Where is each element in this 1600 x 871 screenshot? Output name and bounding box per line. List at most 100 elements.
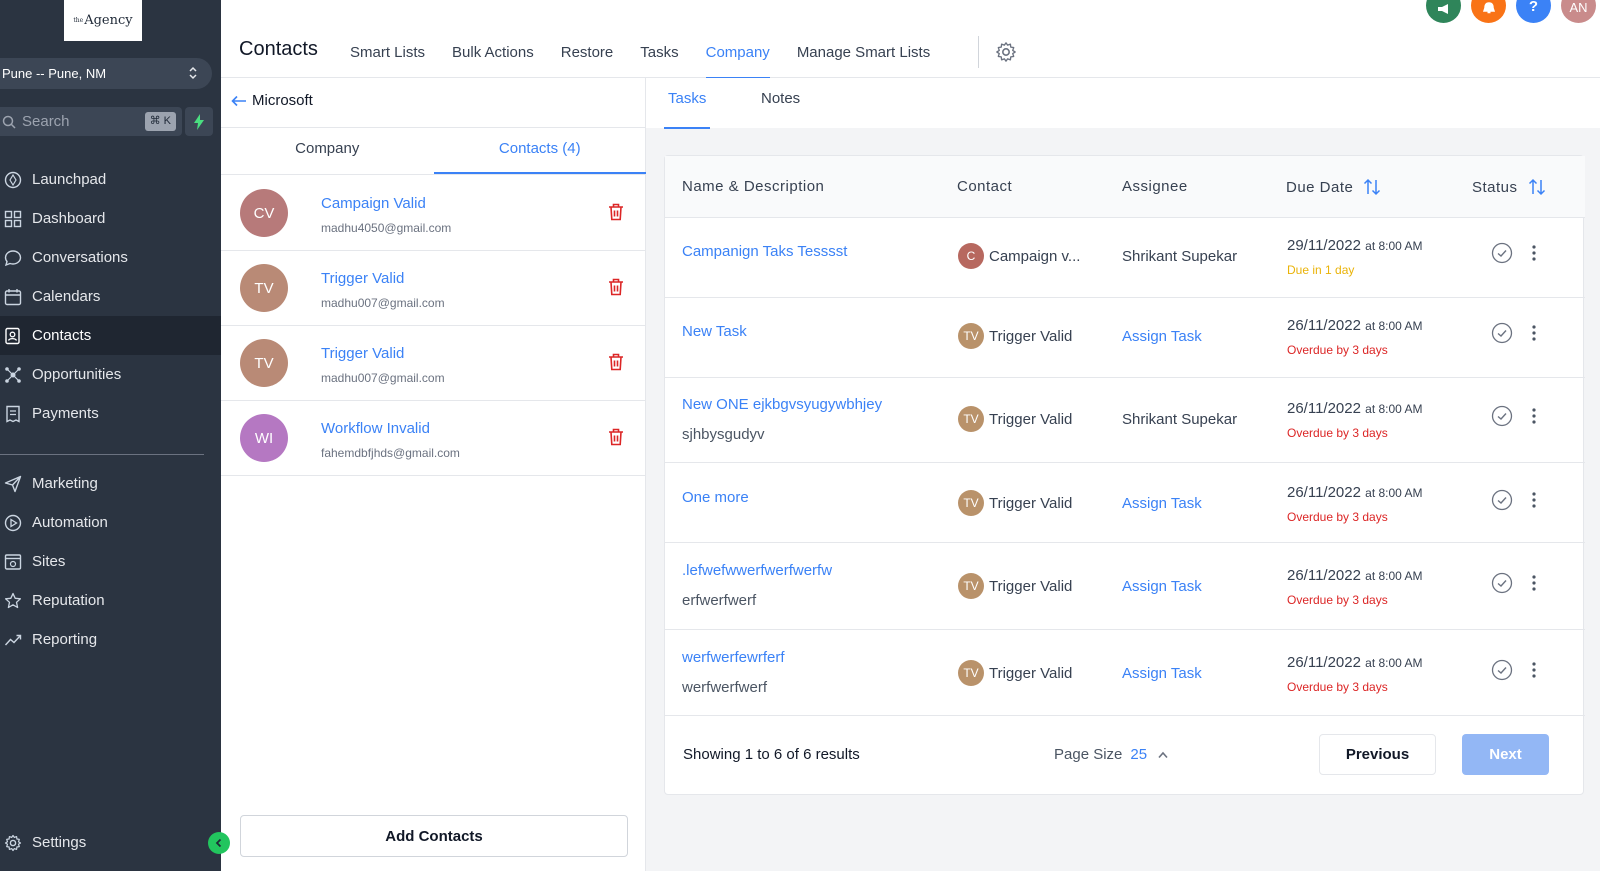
sidebar-item-payments[interactable]: Payments xyxy=(0,394,221,433)
more-vertical-icon[interactable] xyxy=(1531,491,1537,509)
assign-task-link[interactable]: Assign Task xyxy=(1122,495,1202,512)
task-description: erfwerfwerf xyxy=(682,592,757,609)
sidebar-item-reporting[interactable]: Reporting xyxy=(0,620,221,659)
sidebar-item-contacts[interactable]: Contacts xyxy=(0,316,221,355)
trash-icon[interactable] xyxy=(608,203,624,221)
contact-email: madhu007@gmail.com xyxy=(321,371,445,385)
due-status-text: Overdue by 3 days xyxy=(1287,593,1388,607)
tab-manage-smart-lists[interactable]: Manage Smart Lists xyxy=(797,31,930,78)
tab-notes[interactable]: Notes xyxy=(761,90,800,128)
contact-avatar: C xyxy=(958,243,984,269)
assign-task-link[interactable]: Assign Task xyxy=(1122,665,1202,682)
sidebar-item-launchpad[interactable]: Launchpad xyxy=(0,160,221,199)
column-header-due-date[interactable]: Due Date xyxy=(1286,178,1381,196)
help-button[interactable]: ? xyxy=(1516,0,1551,23)
check-circle-icon[interactable] xyxy=(1491,242,1513,264)
contact-avatar: TV xyxy=(958,490,984,516)
tab-company[interactable]: Company xyxy=(705,31,771,79)
column-label: Status xyxy=(1472,178,1518,196)
tab-bulk-actions[interactable]: Bulk Actions xyxy=(452,31,534,78)
sidebar-item-calendars[interactable]: Calendars xyxy=(0,277,221,316)
back-to-company-link[interactable]: Microsoft xyxy=(231,92,313,109)
sidebar: the Agency Pune -- Pune, NM Search ⌘ K La… xyxy=(0,0,221,871)
sidebar-item-reputation[interactable]: Reputation xyxy=(0,581,221,620)
contact-name: Campaign v... xyxy=(989,247,1081,265)
task-contact[interactable]: TV Trigger Valid xyxy=(958,573,1072,599)
check-circle-icon[interactable] xyxy=(1491,489,1513,511)
notifications-button[interactable] xyxy=(1471,0,1506,23)
check-circle-icon[interactable] xyxy=(1491,659,1513,681)
check-circle-icon[interactable] xyxy=(1491,405,1513,427)
sort-icon[interactable] xyxy=(1528,178,1546,196)
tab-smart-lists[interactable]: Smart Lists xyxy=(350,31,425,78)
user-avatar[interactable]: AN xyxy=(1561,0,1596,23)
more-vertical-icon[interactable] xyxy=(1531,574,1537,592)
sidebar-item-automation[interactable]: Automation xyxy=(0,503,221,542)
task-name-link[interactable]: New Task xyxy=(682,323,747,340)
task-contact[interactable]: TV Trigger Valid xyxy=(958,406,1072,432)
tasks-panel: Tasks Notes Name & Description Contact A… xyxy=(646,78,1600,871)
trash-icon[interactable] xyxy=(608,353,624,371)
task-name-link[interactable]: One more xyxy=(682,489,749,506)
tab-company-details[interactable]: Company xyxy=(221,128,434,174)
location-label: Pune -- Pune, NM xyxy=(2,66,107,81)
more-vertical-icon[interactable] xyxy=(1531,244,1537,262)
table-row: .lefwefwwerfwerfwerfw erfwerfwerf TV Tri… xyxy=(665,543,1585,630)
task-contact[interactable]: TV Trigger Valid xyxy=(958,323,1072,349)
previous-page-button[interactable]: Previous xyxy=(1319,734,1436,775)
contact-name-link[interactable]: Trigger Valid xyxy=(321,270,404,287)
sort-icon[interactable] xyxy=(1363,178,1381,196)
page-size-selector[interactable]: Page Size 25 xyxy=(1054,746,1169,763)
check-circle-icon[interactable] xyxy=(1491,322,1513,344)
sidebar-item-label: Calendars xyxy=(32,288,101,305)
task-due-date: 26/11/2022 at 8:00 AM xyxy=(1287,654,1423,671)
trash-icon[interactable] xyxy=(608,278,624,296)
more-vertical-icon[interactable] xyxy=(1531,407,1537,425)
sidebar-item-opportunities[interactable]: Opportunities xyxy=(0,355,221,394)
check-circle-icon[interactable] xyxy=(1491,572,1513,594)
tab-tasks[interactable]: Tasks xyxy=(640,31,678,78)
more-vertical-icon[interactable] xyxy=(1531,324,1537,342)
sidebar-item-marketing[interactable]: Marketing xyxy=(0,464,221,503)
column-header-status[interactable]: Status xyxy=(1472,178,1546,196)
task-name-link[interactable]: werfwerfewrferf xyxy=(682,649,785,666)
sidebar-item-dashboard[interactable]: Dashboard xyxy=(0,199,221,238)
sidebar-search[interactable]: Search ⌘ K xyxy=(0,107,182,136)
task-contact[interactable]: TV Trigger Valid xyxy=(958,660,1072,686)
company-panel: Microsoft Company Contacts (4) CV Campai… xyxy=(221,78,646,871)
help-icon: ? xyxy=(1528,0,1539,15)
sidebar-nav-main: Launchpad Dashboard Conversations Calend… xyxy=(0,160,221,433)
gear-icon[interactable] xyxy=(995,41,1017,63)
assign-task-link[interactable]: Assign Task xyxy=(1122,578,1202,595)
task-contact[interactable]: TV Trigger Valid xyxy=(958,490,1072,516)
collapse-sidebar-button[interactable] xyxy=(208,832,230,854)
search-icon xyxy=(2,115,16,129)
task-name-link[interactable]: .lefwefwwerfwerfwerfw xyxy=(682,562,832,579)
assign-task-link[interactable]: Assign Task xyxy=(1122,328,1202,345)
contact-avatar: TV xyxy=(958,573,984,599)
task-name-link[interactable]: New ONE ejkbgvsyugywbhjey xyxy=(682,396,882,413)
due-time: at 8:00 AM xyxy=(1365,486,1423,500)
location-switcher[interactable]: Pune -- Pune, NM xyxy=(0,58,212,89)
sidebar-item-settings[interactable]: Settings xyxy=(0,823,221,862)
tab-company-contacts[interactable]: Contacts (4) xyxy=(433,128,647,174)
sidebar-item-sites[interactable]: Sites xyxy=(0,542,221,581)
contact-name-link[interactable]: Campaign Valid xyxy=(321,195,426,212)
next-page-button[interactable]: Next xyxy=(1462,734,1549,775)
sidebar-item-conversations[interactable]: Conversations xyxy=(0,238,221,277)
trash-icon[interactable] xyxy=(608,428,624,446)
task-due-date: 26/11/2022 at 8:00 AM xyxy=(1287,567,1423,584)
contact-name-link[interactable]: Trigger Valid xyxy=(321,345,404,362)
table-row: Campanign Taks Tesssst C Campaign v... S… xyxy=(665,218,1585,298)
contact-name-link[interactable]: Workflow Invalid xyxy=(321,420,430,437)
tab-restore[interactable]: Restore xyxy=(561,31,614,78)
column-label: Assignee xyxy=(1122,178,1188,195)
megaphone-button[interactable] xyxy=(1426,0,1461,23)
more-vertical-icon[interactable] xyxy=(1531,661,1537,679)
quick-action-button[interactable] xyxy=(185,107,213,136)
task-contact[interactable]: C Campaign v... xyxy=(958,243,1080,269)
add-contacts-button[interactable]: Add Contacts xyxy=(240,815,628,857)
task-name-link[interactable]: Campanign Taks Tesssst xyxy=(682,243,847,260)
agency-logo[interactable]: the Agency xyxy=(64,0,142,41)
tab-tasks-list[interactable]: Tasks xyxy=(663,90,711,129)
